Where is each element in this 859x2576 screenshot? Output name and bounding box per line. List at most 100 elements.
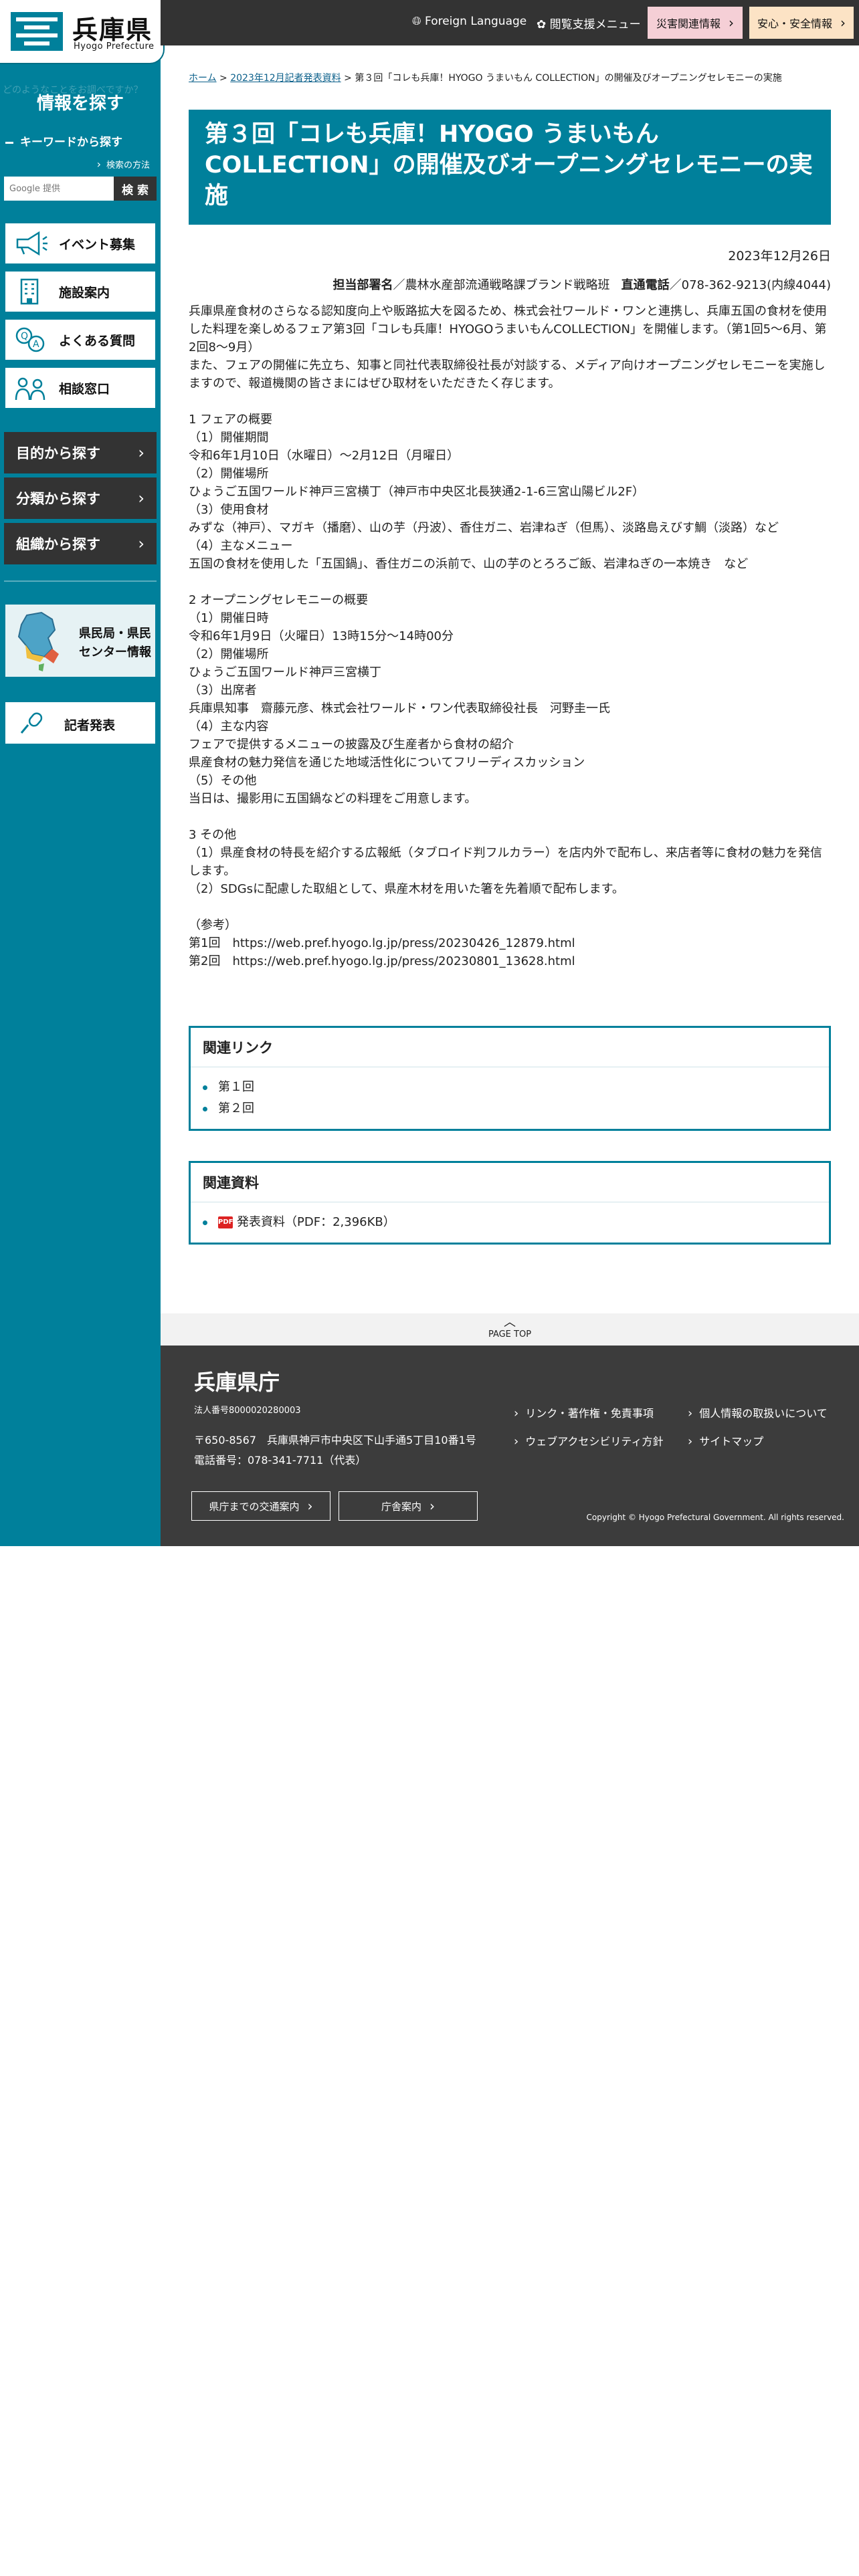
body-line: （4）主な内容 <box>189 720 269 734</box>
consultation-icon <box>15 377 45 401</box>
center-label-line1: 県民局・県民 <box>79 627 151 641</box>
contact-info: 担当部署名／農林水産部流通戦略課ブランド戦略班 直通電話／078-362-921… <box>332 276 831 293</box>
search-button[interactable]: 検 索 <box>114 177 157 201</box>
related-link-item[interactable]: 第２回 <box>203 1098 817 1119</box>
footer-link-sitemap[interactable]: サイトマップ <box>688 1432 763 1448</box>
site-logo[interactable]: 兵庫県 Hyogo Prefecture <box>0 0 165 64</box>
page-top-button[interactable]: ︿ PAGE TOP <box>161 1313 859 1346</box>
footer-link-accessibility[interactable]: ウェブアクセシビリティ方針 <box>514 1432 663 1448</box>
browse-by-category[interactable]: 分類から探す › <box>4 477 157 519</box>
body-line: 2 オープニングセレモニーの概要 <box>189 593 369 607</box>
related-doc-item[interactable]: PDF 発表資料（PDF：2,396KB） <box>203 1212 817 1233</box>
dept-value: ／農林水産部流通戦略課ブランド戦略班 <box>393 278 610 292</box>
megaphone-icon <box>16 231 47 256</box>
sidebar-item-faq[interactable]: Q A よくある質問 <box>4 318 157 361</box>
chevron-right-icon: › <box>729 15 734 31</box>
body-line <box>189 898 831 916</box>
body-line: （2）開催場所 <box>189 647 269 661</box>
foreign-language-link[interactable]: 🌐︎ Foreign Language <box>412 15 527 28</box>
publish-date: 2023年12月26日 <box>728 249 831 263</box>
browse-label: 組織から探す <box>16 536 100 552</box>
keyword-heading: キーワードから探す <box>5 132 122 149</box>
search-input[interactable] <box>4 177 114 201</box>
footer-building-label: 庁舎案内 <box>381 1500 421 1513</box>
page-title: 第３回「コレも兵庫！HYOGO うまいもん COLLECTION」の開催及びオー… <box>189 110 831 225</box>
body-line: した料理を楽しめるフェア第3回「コレも兵庫！HYOGOうまいもんCOLLECTI… <box>189 322 827 336</box>
related-links-box: 関連リンク 第１回 第２回 <box>189 1026 831 1131</box>
sidebar-item-label: よくある質問 <box>59 333 136 348</box>
body-line: （4）主なメニュー <box>189 539 293 553</box>
body-line: （2）SDGsに配慮した取組として、県産木材を用いた箸を先着順で配布します。 <box>189 882 624 896</box>
gear-icon: ✿ <box>537 18 547 31</box>
safety-info-button[interactable]: 安心・安全情報 › <box>749 7 854 39</box>
body-line <box>189 808 831 826</box>
sidebar-item-consultation[interactable]: 相談窓口 <box>4 366 157 409</box>
footer-building-button[interactable]: 庁舎案内 › <box>339 1491 478 1521</box>
related-link-item[interactable]: 第１回 <box>203 1077 817 1098</box>
body-line: 令和6年1月10日（水曜日）～2月12日（月曜日） <box>189 449 460 463</box>
footer-address: 〒650-8567 兵庫県神戸市中央区下山手通5丁目10番1号 <box>194 1434 476 1446</box>
accessibility-menu-link[interactable]: ✿ 閲覧支援メニュー <box>537 15 641 31</box>
microphone-icon <box>20 712 43 734</box>
related-docs-heading: 関連資料 <box>191 1163 829 1202</box>
body-line: 兵庫県産食材のさらなる認知度向上や販路拡大を図るため、株式会社ワールド・ワンと連… <box>189 304 827 318</box>
body-line: （3）使用食材 <box>189 503 269 517</box>
sidebar-item-facilities[interactable]: 施設案内 <box>4 270 157 313</box>
footer-phone: 電話番号：078-341-7711（代表） <box>194 1454 367 1467</box>
body-line: 1 フェアの概要 <box>189 413 273 427</box>
press-release-link[interactable]: 記者発表 <box>4 701 157 745</box>
tel-label: 直通電話 <box>621 278 670 292</box>
disaster-info-button[interactable]: 災害関連情報 › <box>648 7 743 39</box>
body-line <box>189 393 831 411</box>
sidebar-item-events[interactable]: イベント募集 <box>4 222 157 265</box>
chevron-right-icon: › <box>430 1498 435 1514</box>
sidebar-item-label: 相談窓口 <box>59 381 110 397</box>
sidebar-divider <box>4 580 157 582</box>
body-line: みずな（神戸）、マガキ（播磨）、山の芋（丹波）、香住ガニ、岩津ねぎ（但馬）、淡路… <box>189 521 779 535</box>
body-line: 当日は、撮影用に五国鍋などの料理をご用意します。 <box>189 792 477 806</box>
body-line: 五国の食材を使用した「五国鍋」、香住ガニの浜前で、山の芋のとろろご飯、岩津ねぎの… <box>189 557 749 571</box>
footer-link-privacy[interactable]: 個人情報の取扱いについて <box>688 1404 828 1420</box>
regional-center-link[interactable]: 県民局・県民 センター情報 <box>4 603 157 678</box>
body-line: （1）開催日時 <box>189 611 269 625</box>
related-doc-label: 発表資料（PDF：2,396KB） <box>237 1215 395 1229</box>
related-docs-box: 関連資料 PDF 発表資料（PDF：2,396KB） <box>189 1161 831 1245</box>
sidebar-title: 情報を探す <box>36 94 124 114</box>
logo-name: 兵庫県 <box>72 15 153 45</box>
tel-value: ／078-362-9213(内線4044) <box>669 278 831 292</box>
dept-label: 担当部署名 <box>332 278 393 292</box>
footer-org-name: 兵庫県庁 <box>194 1370 280 1395</box>
body-line: 3 その他 <box>189 828 237 842</box>
footer-access-button[interactable]: 県庁までの交通案内 › <box>191 1491 330 1521</box>
breadcrumb-parent[interactable]: 2023年12月記者発表資料 <box>230 73 341 84</box>
disaster-info-label: 災害関連情報 <box>656 17 721 30</box>
footer: 兵庫県庁 法人番号8000020280003 〒650-8567 兵庫県神戸市中… <box>161 1346 859 1546</box>
chevron-right-icon: › <box>138 489 145 508</box>
browse-by-purpose[interactable]: 目的から探す › <box>4 432 157 473</box>
body-line: （1）県産食材の特長を紹介する広報紙（タブロイド判フルカラー）を店内外で配布し、… <box>189 846 822 860</box>
breadcrumb-separator: > <box>216 73 231 84</box>
browse-label: 分類から探す <box>16 491 100 507</box>
chevron-right-icon: › <box>840 15 846 31</box>
hyogo-map-icon <box>17 611 59 671</box>
search-help-link[interactable]: 検索の方法 <box>97 158 150 171</box>
top-bar: 🌐︎ Foreign Language ✿ 閲覧支援メニュー 災害関連情報 › … <box>161 0 859 45</box>
footer-link-legal[interactable]: リンク・著作権・免責事項 <box>514 1404 654 1420</box>
hyogo-emblem-icon <box>11 12 63 51</box>
breadcrumb-home[interactable]: ホーム <box>189 73 217 84</box>
body-line <box>189 573 831 591</box>
sidebar-item-label: イベント募集 <box>59 237 136 252</box>
browse-by-organization[interactable]: 組織から探す › <box>4 523 157 564</box>
pdf-icon: PDF <box>218 1216 233 1228</box>
accessibility-menu-label: 閲覧支援メニュー <box>549 18 641 31</box>
breadcrumb-current: 第３回「コレも兵庫！HYOGO うまいもん COLLECTION」の開催及びオー… <box>355 73 782 84</box>
sidebar: 兵庫県 Hyogo Prefecture どのようなことをお調べですか？ 情報を… <box>0 0 165 1546</box>
body-line: ますので、報道機関の皆さまにはぜひ取材をいただきたく存じます。 <box>189 377 561 391</box>
footer-access-label: 県庁までの交通案内 <box>209 1500 300 1513</box>
body-line: 第1回 https://web.pref.hyogo.lg.jp/press/2… <box>189 936 575 950</box>
chevron-right-icon: › <box>307 1498 313 1514</box>
body-line: ひょうご五国ワールド神戸三宮横丁 <box>189 665 381 679</box>
body-line: （5）その他 <box>189 774 257 788</box>
body-line: します。 <box>189 864 236 878</box>
foreign-language-label: Foreign Language <box>425 15 527 28</box>
